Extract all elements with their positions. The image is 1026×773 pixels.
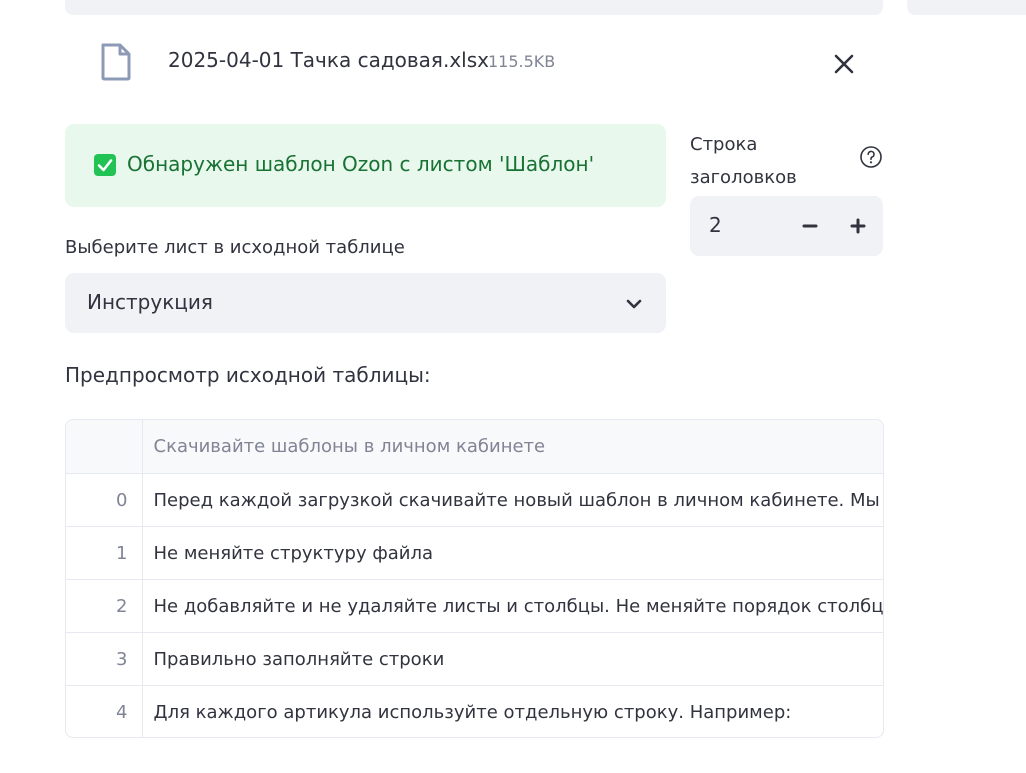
minus-icon[interactable] [794, 208, 826, 244]
row-index: 2 [66, 579, 143, 633]
checkbox-check-icon [94, 154, 116, 176]
uploaded-file-row: 2025-04-01 Тачка садовая.xlsx 115.5KB [100, 40, 860, 84]
previous-panel-edge [65, 0, 883, 15]
header-row-label-line2: заголовков [690, 167, 797, 188]
row-index: 3 [66, 632, 143, 686]
table-header-row: Скачивайте шаблоны в личном кабинете [66, 420, 883, 474]
table-row: 2 Не добавляйте и не удаляйте листы и ст… [66, 579, 883, 633]
header-row-value[interactable]: 2 [709, 213, 722, 237]
table-row: 1 Не меняйте структуру файла [66, 526, 883, 580]
row-index: 0 [66, 473, 143, 527]
sheet-select-value: Инструкция [87, 290, 213, 314]
row-index: 4 [66, 685, 143, 737]
side-panel-edge [907, 0, 1026, 15]
chevron-down-icon [626, 299, 642, 309]
sheet-select-label: Выберите лист в исходной таблице [65, 237, 405, 258]
success-alert: Обнаружен шаблон Ozon с листом 'Шаблон' [65, 124, 666, 207]
help-icon[interactable] [859, 145, 883, 169]
table-cell[interactable]: Перед каждой загрузкой скачивайте новый … [142, 473, 883, 527]
index-column-header [66, 420, 143, 474]
table-row: 0 Перед каждой загрузкой скачивайте новы… [66, 473, 883, 527]
row-index: 1 [66, 526, 143, 580]
table-cell[interactable]: Правильно заполняйте строки [142, 632, 883, 686]
table-row: 4 Для каждого артикула используйте отдел… [66, 685, 883, 738]
column-header[interactable]: Скачивайте шаблоны в личном кабинете [142, 420, 883, 474]
table-row: 3 Правильно заполняйте строки [66, 632, 883, 686]
uploaded-file-size: 115.5KB [488, 52, 556, 71]
table-cell[interactable]: Для каждого артикула используйте отдельн… [142, 686, 883, 738]
header-row-label-line1: Строка [690, 134, 758, 155]
file-icon [101, 43, 131, 81]
header-row-number-input[interactable]: 2 [690, 196, 883, 256]
preview-table[interactable]: Скачивайте шаблоны в личном кабинете 0 П… [65, 419, 884, 738]
header-row-label: Строка заголовков [690, 128, 797, 194]
preview-title: Предпросмотр исходной таблицы: [65, 363, 431, 387]
table-cell[interactable]: Не меняйте структуру файла [142, 526, 883, 580]
alert-message: Обнаружен шаблон Ozon с листом 'Шаблон' [127, 152, 595, 176]
close-icon[interactable] [830, 50, 858, 78]
uploaded-file-name: 2025-04-01 Тачка садовая.xlsx [168, 48, 489, 72]
table-cell[interactable]: Не добавляйте и не удаляйте листы и стол… [142, 579, 883, 633]
sheet-select[interactable]: Инструкция [65, 273, 666, 333]
plus-icon[interactable] [842, 208, 874, 244]
